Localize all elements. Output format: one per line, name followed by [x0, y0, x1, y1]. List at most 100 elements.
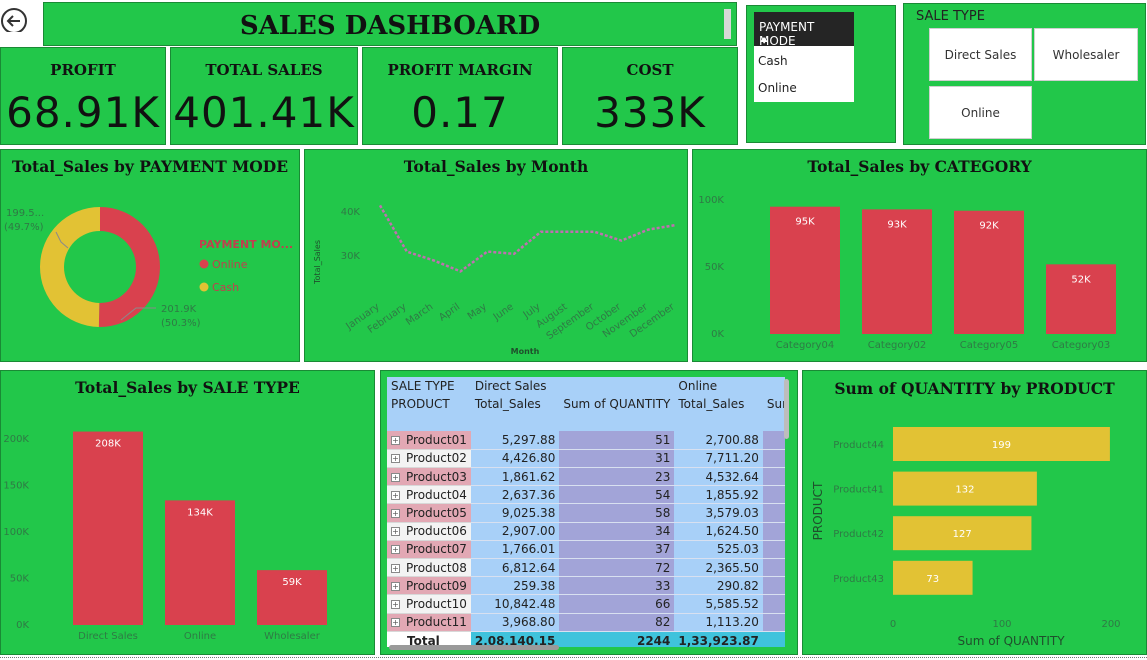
table-row: + Product02 4,426.80 31 7,711.20 — [387, 449, 785, 469]
slicer-header: SALE TYPE — [916, 9, 985, 24]
payment-mode-chart: Total_Sales by PAYMENT MODE 199.5... (49… — [0, 149, 300, 362]
slicer-option-online[interactable]: Online — [929, 86, 1032, 139]
donut-slice-online[interactable] — [98, 207, 161, 327]
expand-icon[interactable]: + — [391, 599, 400, 609]
table-cell: 1,855.92 — [674, 485, 763, 505]
table-cell: 259.38 — [470, 576, 560, 596]
product-label: Product03 — [406, 469, 467, 484]
bar-direct-sales[interactable] — [73, 431, 143, 625]
title-panel: SALES DASHBOARD — [43, 2, 737, 46]
data-label: 59K — [282, 577, 302, 588]
table-cell: 2,637.36 — [470, 485, 560, 505]
product-cell[interactable]: + Product10 — [387, 594, 471, 614]
expand-icon[interactable]: + — [391, 545, 400, 555]
product-cell[interactable]: + Product01 — [387, 431, 471, 450]
expand-icon[interactable]: + — [391, 436, 400, 446]
kpi-label: PROFIT MARGIN — [387, 61, 533, 79]
scrollbar[interactable] — [724, 9, 731, 39]
product-cell[interactable]: + Product04 — [387, 485, 471, 505]
y-tick-label: 30K — [341, 251, 361, 262]
x-axis-title: Sum of QUANTITY — [957, 634, 1065, 648]
legend-swatch-cash — [199, 282, 209, 292]
matrix-vertical-scrollbar[interactable] — [784, 379, 789, 439]
expand-icon[interactable]: + — [391, 454, 400, 464]
table-cell: 72 — [559, 558, 675, 578]
matrix-header: Sum of Q — [766, 397, 785, 412]
data-label: 199 — [992, 440, 1011, 451]
sale-type-bar-chart: 200K 150K 100K 50K 0K 208K Direct Sales 134K Onl… — [3, 431, 327, 642]
table-cell: 51 — [559, 431, 675, 450]
data-label: 92K — [979, 221, 999, 232]
bar-online[interactable] — [165, 500, 235, 625]
matrix-container: SALE TYPE Direct Sales Online PRODUCT To… — [387, 377, 785, 647]
product-cell[interactable]: + Product08 — [387, 558, 471, 578]
data-label: 134K — [187, 507, 213, 518]
kpi-card-cost: COST 333K — [562, 47, 738, 145]
y-tick-label: Product41 — [833, 485, 884, 496]
matrix-horizontal-scrollbar[interactable] — [389, 645, 559, 650]
matrix-header: PRODUCT — [391, 397, 450, 412]
y-tick-label: 100K — [698, 195, 724, 206]
slicer-option-cash[interactable]: Cash — [758, 54, 788, 68]
sale-type-chart: Total_Sales by SALE TYPE 200K 150K 100K 50K… — [0, 370, 375, 655]
y-tick-label: 100K — [3, 527, 29, 538]
table-row: + Product09 259.38 33 290.82 — [387, 576, 785, 596]
table-row: + Product10 10,842.48 66 5,585.52 — [387, 594, 785, 614]
table-cell — [762, 431, 785, 450]
product-cell[interactable]: + Product06 — [387, 522, 471, 541]
product-cell[interactable]: + Product05 — [387, 503, 471, 523]
x-tick-label: Wholesaler — [264, 631, 321, 642]
table-cell: 82 — [559, 613, 675, 632]
kpi-card-total-sales: TOTAL SALES 401.41K — [170, 47, 358, 145]
donut-slice-cash[interactable] — [40, 207, 100, 327]
legend-online: Online — [212, 258, 248, 271]
series-line[interactable] — [378, 204, 676, 273]
expand-icon[interactable]: + — [391, 563, 400, 573]
slicer-option-online[interactable]: Online — [758, 81, 797, 95]
legend-cash: Cash — [212, 281, 239, 294]
expand-icon[interactable]: + — [391, 618, 400, 628]
product-cell[interactable]: + Product11 — [387, 613, 471, 632]
y-tick-label: Product42 — [833, 529, 884, 540]
matrix-header: Total_Sales — [474, 397, 541, 412]
product-cell[interactable]: + Product07 — [387, 540, 471, 560]
x-tick-label: Category05 — [960, 340, 1018, 351]
kpi-label: PROFIT — [50, 61, 116, 79]
product-cell[interactable]: + Product09 — [387, 576, 471, 596]
x-tick-label: June — [491, 301, 516, 323]
expand-icon[interactable]: + — [391, 472, 400, 482]
back-button[interactable] — [0, 2, 30, 38]
expand-icon[interactable]: + — [391, 509, 400, 519]
table-cell: 33 — [559, 576, 675, 596]
x-tick-label: Online — [184, 631, 216, 642]
matrix-table: SALE TYPE Direct Sales Online PRODUCT To… — [387, 377, 785, 647]
kpi-label: COST — [626, 61, 674, 79]
y-tick-label: Product44 — [833, 440, 884, 451]
product-cell[interactable]: + Product02 — [387, 449, 471, 469]
table-cell: 4,532.64 — [674, 467, 763, 487]
expand-icon[interactable]: + — [391, 527, 400, 537]
payment-mode-slicer: PAYMENT MODE Cash Online — [746, 5, 896, 143]
slicer-option-direct-sales[interactable]: Direct Sales — [929, 28, 1032, 81]
kpi-value: 0.17 — [411, 88, 509, 137]
y-tick-label: 0K — [711, 329, 724, 340]
kpi-value: 333K — [594, 88, 706, 137]
x-tick-label: Category02 — [868, 340, 926, 351]
matrix-header: Direct Sales — [474, 379, 547, 394]
y-tick-label: 200K — [3, 434, 29, 445]
slicer-option-wholesaler[interactable]: Wholesaler — [1034, 28, 1138, 81]
back-arrow-icon — [1, 8, 27, 34]
data-label: 93K — [887, 219, 907, 230]
expand-icon[interactable]: + — [391, 581, 400, 591]
data-label: 52K — [1071, 274, 1091, 285]
product-cell[interactable]: + Product03 — [387, 467, 471, 487]
expand-icon[interactable]: + — [391, 490, 400, 500]
y-tick-label: 50K — [705, 262, 725, 273]
y-tick-label: 0K — [16, 620, 29, 631]
y-axis-title: Total_Sales — [313, 240, 322, 285]
x-tick-label: 0 — [890, 619, 896, 630]
data-label: 132 — [955, 485, 974, 496]
table-cell — [762, 467, 785, 487]
slicer-dropdown[interactable]: PAYMENT MODE — [754, 12, 854, 48]
matrix-header: SALE TYPE — [391, 379, 455, 394]
